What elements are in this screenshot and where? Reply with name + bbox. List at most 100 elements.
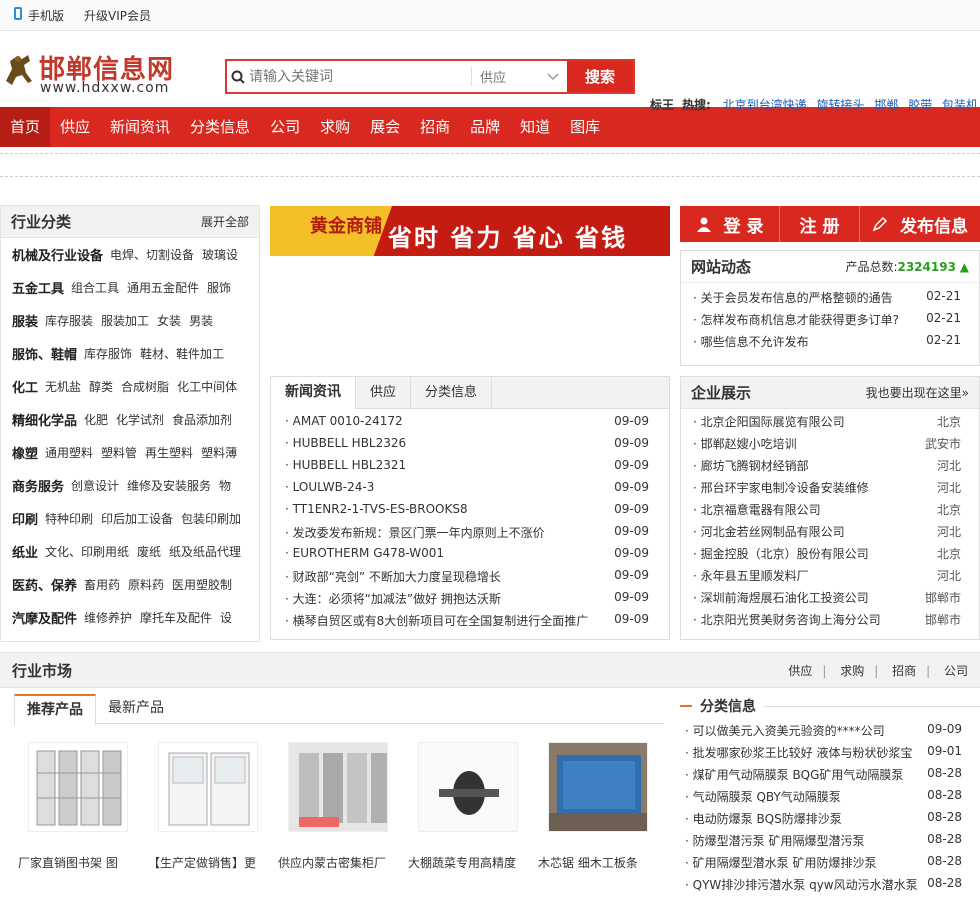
category-main-link[interactable]: 商务服务 <box>12 476 64 495</box>
tab-news[interactable]: 新闻资讯 <box>271 377 356 409</box>
category-sub-link[interactable]: 合成树脂 <box>121 378 169 395</box>
nav-buy[interactable]: 求购 <box>310 107 360 147</box>
category-main-link[interactable]: 医药、保养 <box>12 575 77 594</box>
category-sub-link[interactable]: 电焊、切割设备 <box>110 246 194 263</box>
enterprise-name[interactable]: · 北京福意電器有限公司 <box>693 501 821 523</box>
news-item[interactable]: · LOULWB-24-3 09-09 <box>285 480 669 502</box>
category-sub-link[interactable]: 塑料管 <box>101 444 137 461</box>
classified-item[interactable]: · 电动防爆泵 BQS防爆排沙泵 08-28 <box>680 810 980 832</box>
product-card[interactable]: 供应内蒙古密集柜厂 <box>274 742 404 871</box>
enterprise-name[interactable]: · 廊坊飞腾钢材经销部 <box>693 457 809 479</box>
product-card[interactable]: 【生产定做销售】更 <box>144 742 274 871</box>
category-main-link[interactable]: 五金工具 <box>12 278 64 297</box>
classified-text[interactable]: · QYW排沙排污潜水泵 qyw风动污水潜水泵 <box>685 876 918 898</box>
enterprise-name[interactable]: · 永年县五里顺发料厂 <box>693 567 809 589</box>
category-sub-link[interactable]: 组合工具 <box>71 279 119 296</box>
hot-keyword[interactable]: 北京到台湾快递 <box>723 98 807 112</box>
enterprise-item[interactable]: · 廊坊飞腾钢材经销部 河北 <box>681 457 979 479</box>
category-sub-link[interactable]: 摩托车及配件 <box>140 609 212 626</box>
enterprise-name[interactable]: · 北京阳光贯美财务咨询上海分公司 <box>693 611 881 633</box>
category-sub-link[interactable]: 特种印刷 <box>45 510 93 527</box>
category-sub-link[interactable]: 物 <box>219 477 231 494</box>
category-sub-link[interactable]: 废纸 <box>137 543 161 560</box>
classified-text[interactable]: · 可以做美元入资美元验资的****公司 <box>685 722 885 744</box>
vip-link[interactable]: 升级VIP会员 <box>84 7 151 24</box>
category-sub-link[interactable]: 包装印刷加 <box>181 510 241 527</box>
nav-home[interactable]: 首页 <box>0 107 51 147</box>
news-item[interactable]: · EUROTHERM G478-W001 09-09 <box>285 546 669 568</box>
golden-shop-banner[interactable]: 黄金商铺 省时 省力 省心 省钱 <box>270 206 670 256</box>
classified-text[interactable]: · 气动隔膜泵 QBY气动隔膜泵 <box>685 788 841 810</box>
enterprise-join-link[interactable]: 我也要出现在这里» <box>866 384 969 401</box>
category-sub-link[interactable]: 维修及安装服务 <box>127 477 211 494</box>
nav-supply[interactable]: 供应 <box>50 107 100 147</box>
classified-text[interactable]: · 批发哪家砂浆王比较好 液体与粉状砂浆宝 <box>685 744 912 766</box>
enterprise-item[interactable]: · 邢台环宇家电制冷设备安装维修 河北 <box>681 479 979 501</box>
site-news-item[interactable]: · 哪些信息不允许发布 02-21 <box>681 333 979 355</box>
category-main-link[interactable]: 服饰、鞋帽 <box>12 344 77 363</box>
news-title[interactable]: · EUROTHERM G478-W001 <box>285 546 444 568</box>
nav-investment[interactable]: 招商 <box>410 107 460 147</box>
classified-text[interactable]: · 矿用隔爆型潜水泵 矿用防爆排沙泵 <box>685 854 876 876</box>
enterprise-item[interactable]: · 掘金控股（北京）股份有限公司 北京 <box>681 545 979 567</box>
category-main-link[interactable]: 精细化学品 <box>12 410 77 429</box>
site-logo[interactable]: 邯郸信息网 www.hdxxw.com <box>2 47 197 97</box>
enterprise-item[interactable]: · 永年县五里顺发料厂 河北 <box>681 567 979 589</box>
news-item[interactable]: · TT1ENR2-1-TVS-ES-BROOKS8 09-09 <box>285 502 669 524</box>
tab-classified[interactable]: 分类信息 <box>411 377 493 408</box>
hot-keyword[interactable]: 旋转接头 <box>817 98 865 112</box>
news-title[interactable]: · 大连：必须将“加减法”做好 拥抱达沃斯 <box>285 590 501 612</box>
category-sub-link[interactable]: 醇类 <box>89 378 113 395</box>
login-button[interactable]: 登 录 <box>680 206 780 242</box>
news-item[interactable]: · 财政部“亮剑” 不断加大力度呈现稳增长 09-09 <box>285 568 669 590</box>
category-main-link[interactable]: 机械及行业设备 <box>12 245 103 264</box>
nav-brand[interactable]: 品牌 <box>460 107 510 147</box>
publish-button[interactable]: 发布信息 <box>860 206 980 242</box>
enterprise-item[interactable]: · 北京阳光贯美财务咨询上海分公司 邯郸市 <box>681 611 979 633</box>
category-sub-link[interactable]: 服饰 <box>207 279 231 296</box>
enterprise-name[interactable]: · 深圳前海煜展石油化工投资公司 <box>693 589 869 611</box>
category-sub-link[interactable]: 服装加工 <box>101 312 149 329</box>
news-item[interactable]: · HUBBELL HBL2321 09-09 <box>285 458 669 480</box>
category-sub-link[interactable]: 维修养护 <box>84 609 132 626</box>
market-link-supply[interactable]: 供应 <box>788 664 812 678</box>
product-card[interactable]: 大棚蔬菜专用高精度 <box>404 742 534 871</box>
news-item[interactable]: · 大连：必须将“加减法”做好 拥抱达沃斯 09-09 <box>285 590 669 612</box>
news-title[interactable]: · 财政部“亮剑” 不断加大力度呈现稳增长 <box>285 568 501 590</box>
news-title[interactable]: · 横琴自贸区或有8大创新项目可在全国复制进行全面推广 <box>285 612 588 634</box>
enterprise-item[interactable]: · 北京福意電器有限公司 北京 <box>681 501 979 523</box>
category-sub-link[interactable]: 塑料薄 <box>201 444 237 461</box>
news-title[interactable]: · LOULWB-24-3 <box>285 480 374 502</box>
expand-all-link[interactable]: 展开全部 <box>201 213 249 230</box>
category-sub-link[interactable]: 设 <box>220 609 232 626</box>
news-item[interactable]: · HUBBELL HBL2326 09-09 <box>285 436 669 458</box>
nav-classified[interactable]: 分类信息 <box>180 107 260 147</box>
product-card[interactable]: 厂家直销图书架 图 <box>14 742 144 871</box>
nav-company[interactable]: 公司 <box>260 107 310 147</box>
classified-item[interactable]: · 煤矿用气动隔膜泵 BQG矿用气动隔膜泵 08-28 <box>680 766 980 788</box>
market-link-company[interactable]: 公司 <box>944 664 968 678</box>
nav-news[interactable]: 新闻资讯 <box>100 107 180 147</box>
tab-latest[interactable]: 最新产品 <box>96 694 176 723</box>
nav-knowledge[interactable]: 知道 <box>510 107 560 147</box>
category-sub-link[interactable]: 通用塑料 <box>45 444 93 461</box>
category-sub-link[interactable]: 食品添加剂 <box>172 411 232 428</box>
classified-text[interactable]: · 煤矿用气动隔膜泵 BQG矿用气动隔膜泵 <box>685 766 903 788</box>
enterprise-name[interactable]: · 掘金控股（北京）股份有限公司 <box>693 545 869 567</box>
news-item[interactable]: · 发改委发布新规：景区门票一年内原则上不涨价 09-09 <box>285 524 669 546</box>
enterprise-item[interactable]: · 河北金若丝网制品有限公司 河北 <box>681 523 979 545</box>
classified-item[interactable]: · 气动隔膜泵 QBY气动隔膜泵 08-28 <box>680 788 980 810</box>
tab-supply[interactable]: 供应 <box>356 377 412 408</box>
category-sub-link[interactable]: 纸及纸品代理 <box>169 543 241 560</box>
site-news-item[interactable]: · 关于会员发布信息的严格整顿的通告 02-21 <box>681 289 979 311</box>
category-sub-link[interactable]: 创意设计 <box>71 477 119 494</box>
register-button[interactable]: 注 册 <box>780 206 860 242</box>
category-sub-link[interactable]: 女装 <box>157 312 181 329</box>
classified-text[interactable]: · 防爆型潜污泵 矿用隔爆型潜污泵 <box>685 832 864 854</box>
search-scope-select[interactable]: 供应 <box>471 67 567 86</box>
category-sub-link[interactable]: 玻璃设 <box>202 246 238 263</box>
site-news-title-text[interactable]: · 怎样发布商机信息才能获得更多订单? <box>693 311 899 333</box>
category-sub-link[interactable]: 无机盐 <box>45 378 81 395</box>
search-input[interactable] <box>249 61 471 92</box>
hot-keyword[interactable]: 胶带 <box>908 98 932 112</box>
